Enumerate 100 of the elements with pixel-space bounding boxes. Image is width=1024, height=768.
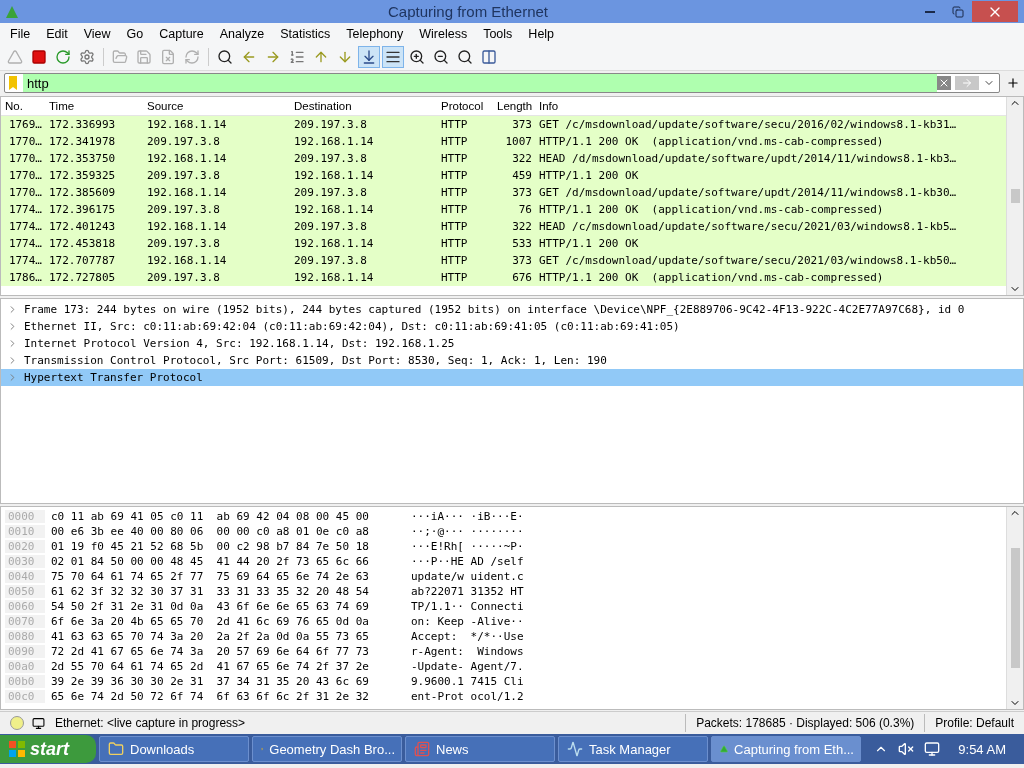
scrollbar[interactable] xyxy=(1006,507,1023,709)
close-button[interactable] xyxy=(972,1,1018,22)
table-cell-text: 373 xyxy=(511,254,533,267)
menu-item[interactable]: Help xyxy=(520,26,563,41)
packet-row[interactable]: 1774… 172.707787 192.168.1.14 209.197.3.8 HTTP 373 GET /c/msdownload/update/software/secu/2021/03/windows8.1-kb50… xyxy=(1,252,1006,269)
table-cell-text: 1774… xyxy=(7,203,43,216)
table-cell-text: HTTP/1.1 200 OK xyxy=(538,169,640,182)
table-cell-text: 192.168.1.14 xyxy=(146,186,228,199)
table-cell-text: 172.727805 xyxy=(48,271,117,284)
table-cell-text: HTTP xyxy=(440,135,469,148)
table-cell-text: HTTP/1.1 200 OK (application/vnd.ms-cab-compressed) xyxy=(538,135,885,148)
packet-row[interactable]: 1769… 172.336993 192.168.1.14 209.197.3.8 HTTP 373 GET /c/msdownload/update/software/secu/2016/02/windows8.1-kb31… xyxy=(1,116,1006,133)
table-cell-text: 172.359325 xyxy=(48,169,117,182)
column-header[interactable]: No. xyxy=(1,100,45,112)
detail-row[interactable]: Hypertext Transfer Protocol xyxy=(1,369,1023,386)
menu-item[interactable]: Capture xyxy=(151,26,212,41)
taskbar-button[interactable]: News xyxy=(405,736,555,762)
scrollbar[interactable] xyxy=(1006,97,1023,295)
packet-row[interactable]: 1774… 172.401243 192.168.1.14 209.197.3.8 HTTP 322 HEAD /c/msdownload/update/software/secu/2021/03/windows8.1-kb5… xyxy=(1,218,1006,235)
table-cell-text: 192.168.1.14 xyxy=(146,152,228,165)
toolbar-button[interactable] xyxy=(382,46,404,68)
menu-item[interactable]: Go xyxy=(118,26,152,41)
packet-row[interactable]: 1770… 172.359325 209.197.3.8 192.168.1.14 HTTP 459 HTTP/1.1 200 OK xyxy=(1,167,1006,184)
packet-row[interactable]: 1770… 172.385609 192.168.1.14 209.197.3.8 HTTP 373 GET /d/msdownload/update/software/updt/2014/11/windows8.1-kb30… xyxy=(1,184,1006,201)
network-icon[interactable] xyxy=(924,741,941,757)
table-cell-text: HTTP/1.1 200 OK (application/vnd.ms-cab-compressed) xyxy=(538,271,885,284)
packet-row[interactable]: 1774… 172.453818 209.197.3.8 192.168.1.14 HTTP 533 HTTP/1.1 200 OK xyxy=(1,235,1006,252)
reload-icon xyxy=(184,49,200,65)
offset: 0040 xyxy=(5,570,45,583)
menu-item[interactable]: Edit xyxy=(38,26,76,41)
detail-row[interactable]: Internet Protocol Version 4, Src: 192.168.1.14, Dst: 192.168.1.25 xyxy=(1,335,1023,352)
table-cell-text: 172.453818 xyxy=(48,237,117,250)
clear-icon xyxy=(938,77,950,89)
hex-bytes: 2d 55 70 64 61 74 65 2d 41 67 65 6e 74 2f 37 2e xyxy=(50,660,370,673)
menu-item[interactable]: Analyze xyxy=(211,26,273,41)
column-header[interactable]: Length xyxy=(493,100,535,112)
menu-item[interactable]: File xyxy=(2,26,39,41)
profile-text[interactable]: Profile: Default xyxy=(925,716,1024,730)
windows-flag-icon xyxy=(8,740,26,758)
table-cell-text: 209.197.3.8 xyxy=(293,118,368,131)
table-cell-text: 1774… xyxy=(7,220,43,233)
zoom-out-icon xyxy=(433,49,449,65)
menu-item[interactable]: Telephony xyxy=(338,26,412,41)
folder-icon xyxy=(112,49,128,65)
offset: 0060 xyxy=(5,600,45,613)
status-text: Ethernet: <live capture in progress> xyxy=(54,716,247,730)
hex-bytes: c0 11 ab 69 41 05 c0 11 ab 69 42 04 08 00 45 00 xyxy=(50,510,370,523)
taskbar-button[interactable]: Geometry Dash Bro... xyxy=(252,736,402,762)
ascii-text: r-Agent: Windows xyxy=(410,645,525,658)
ascii-text: TP/1.1·· Connecti xyxy=(410,600,525,613)
taskbar-button[interactable]: Task Manager xyxy=(558,736,708,762)
bookmark-icon[interactable] xyxy=(9,76,17,90)
ascii-text: ···P··HE AD /self xyxy=(410,555,525,568)
detail-row[interactable]: Frame 173: 244 bytes on wire (1952 bits), 244 bytes captured (1952 bits) on interface \Device\NPF_{2E889706-9C42-4F13-922C-4C2E77A97C68}, id 0 xyxy=(1,301,1023,318)
table-cell-text: 1786… xyxy=(7,271,43,284)
fin-icon xyxy=(7,49,23,65)
column-header[interactable]: Destination xyxy=(290,100,437,112)
table-cell-text: 1770… xyxy=(7,135,43,148)
column-header[interactable]: Info xyxy=(535,100,1006,112)
add-icon[interactable] xyxy=(1006,76,1020,90)
packet-row[interactable]: 1786… 172.727805 209.197.3.8 192.168.1.14 HTTP 676 HTTP/1.1 200 OK (application/vnd.ms-cab-compressed) xyxy=(1,269,1006,286)
taskbar-button[interactable]: Downloads xyxy=(99,736,249,762)
column-header[interactable]: Source xyxy=(143,100,290,112)
lines-icon xyxy=(385,49,401,65)
detail-row[interactable]: Transmission Control Protocol, Src Port: 61509, Dst Port: 8530, Seq: 1, Ack: 1, Len: 190 xyxy=(1,352,1023,369)
table-cell-text: 172.707787 xyxy=(48,254,117,267)
graph-icon xyxy=(567,741,583,757)
packet-row[interactable]: 1770… 172.341978 209.197.3.8 192.168.1.14 HTTP 1007 HTTP/1.1 200 OK (application/vnd.ms-cab-compressed) xyxy=(1,133,1006,150)
table-cell-text: 373 xyxy=(511,118,533,131)
packet-row[interactable]: 1770… 172.353750 192.168.1.14 209.197.3.8 HTTP 322 HEAD /d/msdownload/update/software/updt/2014/11/windows8.1-kb3… xyxy=(1,150,1006,167)
table-cell-text: HTTP xyxy=(440,237,469,250)
muted-speaker-icon[interactable] xyxy=(898,741,915,757)
scroll-thumb[interactable] xyxy=(1010,548,1020,668)
clear-button[interactable] xyxy=(937,76,951,90)
window-title: Capturing from Ethernet xyxy=(386,3,550,20)
table-cell-text: 76 xyxy=(517,203,533,216)
menu-item[interactable]: Statistics xyxy=(272,26,339,41)
start-button[interactable]: start xyxy=(0,735,96,763)
menu-item[interactable]: Tools xyxy=(475,26,521,41)
table-cell-text: 1770… xyxy=(7,186,43,199)
menu-item[interactable]: Wireless xyxy=(411,26,476,41)
table-cell-text: 322 xyxy=(511,220,533,233)
column-header[interactable]: Time xyxy=(45,100,143,112)
table-cell-text: HTTP xyxy=(440,186,469,199)
offset: 0080 xyxy=(5,630,45,643)
offset: 0090 xyxy=(5,645,45,658)
table-cell-text: 209.197.3.8 xyxy=(146,203,221,216)
clock[interactable]: 9:54 AM xyxy=(958,741,1006,757)
hex-bytes: 41 63 63 65 70 74 3a 20 2a 2f 2a 0d 0a 55 73 65 xyxy=(50,630,370,643)
table-cell-text: 209.197.3.8 xyxy=(146,135,221,148)
ascii-text: update/w uident.c xyxy=(410,570,525,583)
restore-icon xyxy=(952,5,964,18)
packet-row[interactable]: 1774… 172.396175 209.197.3.8 192.168.1.14 HTTP 76 HTTP/1.1 200 OK (application/vnd.ms-cab-compressed) xyxy=(1,201,1006,218)
menu-item[interactable]: View xyxy=(75,26,119,41)
hex-bytes: 61 62 3f 32 32 30 37 31 33 31 33 35 32 20 48 54 xyxy=(50,585,370,598)
table-cell-text: HTTP xyxy=(440,169,469,182)
filter-field[interactable]: http xyxy=(23,74,937,92)
scroll-thumb[interactable] xyxy=(1010,189,1020,203)
detail-row[interactable]: Ethernet II, Src: c0:11:ab:69:42:04 (c0:11:ab:69:42:04), Dst: c0:11:ab:69:41:05 (c0:11:ab:69:41:05) xyxy=(1,318,1023,335)
column-header[interactable]: Protocol xyxy=(437,100,493,112)
